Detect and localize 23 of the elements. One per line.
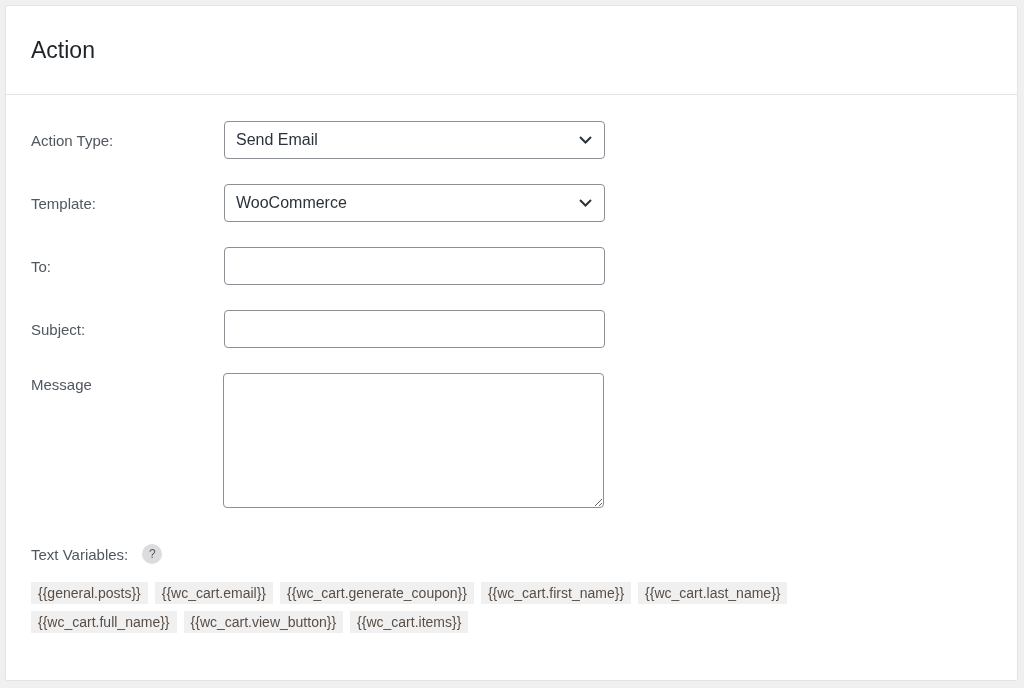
message-textarea[interactable]: [223, 373, 604, 508]
dropdown[interactable]: WooCommerce: [224, 184, 605, 222]
variable-chip[interactable]: {{wc_cart.items}}: [350, 611, 469, 633]
variable-chip[interactable]: {{wc_cart.view_button}}: [183, 611, 344, 633]
chevron-down-icon: [579, 199, 592, 207]
input-field[interactable]: [224, 247, 605, 285]
chevron-down-icon: [579, 136, 592, 144]
help-icon[interactable]: ?: [142, 544, 163, 564]
field-label: Action Type:: [31, 131, 115, 149]
variable-chip[interactable]: {{wc_cart.generate_coupon}}: [280, 582, 474, 604]
variable-chip[interactable]: {{wc_cart.first_name}}: [480, 582, 632, 604]
field-label: Subject:: [31, 320, 87, 338]
input-field[interactable]: [224, 310, 605, 348]
field-label: Message: [31, 375, 93, 393]
field-label: To:: [31, 257, 52, 275]
dropdown[interactable]: Send Email: [224, 121, 605, 159]
variable-chip[interactable]: {{wc_cart.email}}: [154, 582, 274, 604]
variable-chip[interactable]: {{wc_cart.last_name}}: [638, 582, 788, 604]
text-variables-label: Text Variables:: [31, 545, 129, 563]
variable-chip[interactable]: {{wc_cart.full_name}}: [31, 611, 177, 633]
variable-chip[interactable]: {{general.posts}}: [31, 582, 148, 604]
field-label: Template:: [31, 194, 98, 212]
panel-title: Action: [31, 36, 95, 64]
